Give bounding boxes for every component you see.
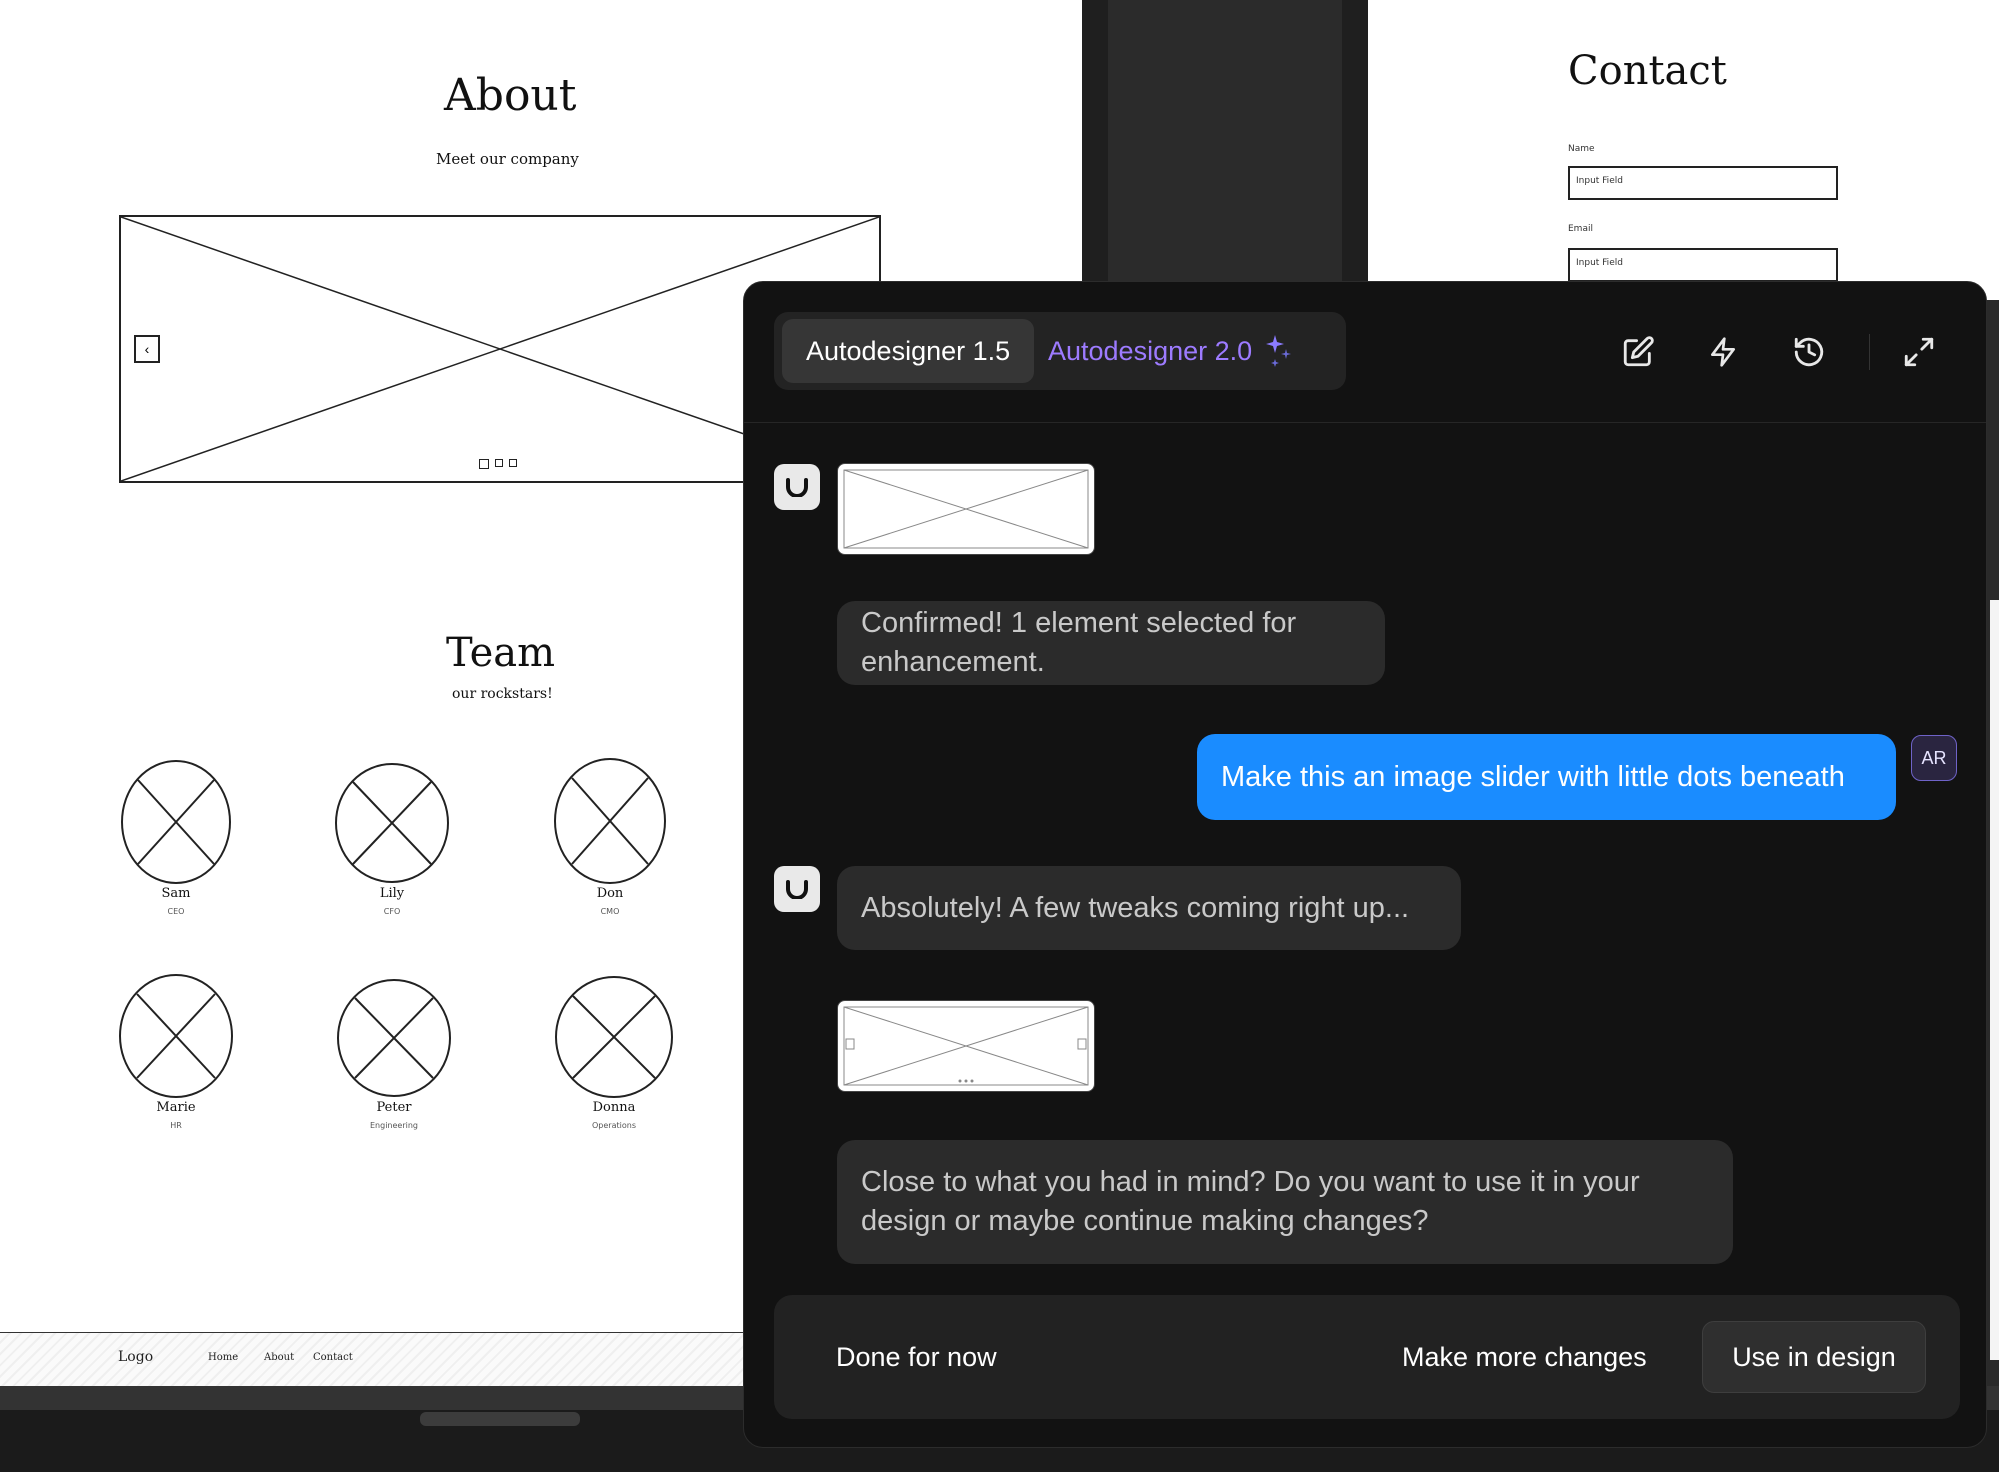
email-input[interactable]: Input Field (1568, 248, 1838, 282)
uizard-logo-icon (786, 880, 808, 899)
wireframe-page-contact: Contact Name Input Field Email Input Fie… (1368, 0, 1999, 300)
done-for-now-button[interactable]: Done for now (836, 1295, 997, 1419)
generated-slider-thumbnail[interactable] (837, 1000, 1095, 1092)
lightning-icon[interactable] (1697, 326, 1749, 378)
selected-element-thumbnail[interactable] (837, 463, 1095, 555)
member-role: CMO (600, 907, 620, 916)
use-in-design-button[interactable]: Use in design (1702, 1321, 1926, 1393)
history-icon[interactable] (1783, 326, 1835, 378)
member-name: Don (596, 886, 624, 901)
tab-label: Autodesigner 1.5 (806, 335, 1011, 366)
member-role: Operations (592, 1121, 636, 1130)
contact-title: Contact (1568, 48, 1727, 94)
footer-link-contact[interactable]: Contact (313, 1352, 353, 1363)
member-role: CFO (383, 907, 401, 916)
canvas-gap-inner (1108, 0, 1342, 300)
avatar-placeholder-icon (555, 976, 673, 1098)
wireframe-footer: Logo Home About Contact (0, 1332, 760, 1387)
member-role: Engineering (370, 1121, 418, 1130)
header-divider (1869, 334, 1870, 370)
slider-prev-icon[interactable]: ‹ (134, 335, 160, 363)
tab-autodesigner-2-0[interactable]: Autodesigner 2.0 (1024, 319, 1318, 383)
team-member: Donna Operations (544, 974, 684, 1130)
user-message: Make this an image slider with little do… (1197, 734, 1896, 820)
sparkle-icon (1266, 335, 1292, 367)
member-role: HR (170, 1121, 182, 1130)
team-member: Lily CFO (322, 760, 462, 916)
team-member: Marie HR (106, 972, 246, 1130)
member-name: Peter (376, 1100, 412, 1115)
avatar-placeholder-icon (119, 974, 233, 1098)
canvas: About Meet our company ‹ Team our rockst… (0, 0, 1999, 1472)
user-avatar: AR (1911, 735, 1957, 781)
footer-link-home[interactable]: Home (208, 1352, 238, 1363)
autodesigner-panel: Autodesigner 1.5 Autodesigner 2.0 Confir… (743, 281, 1987, 1448)
name-input[interactable]: Input Field (1568, 166, 1838, 200)
member-role: CEO (167, 907, 185, 916)
team-member: Sam CEO (106, 758, 246, 916)
slider-dots (479, 459, 517, 469)
edit-icon[interactable] (1612, 326, 1664, 378)
tab-label: Autodesigner 2.0 (1048, 335, 1253, 366)
about-subtitle: Meet our company (436, 150, 579, 168)
image-placeholder-preview (843, 469, 1089, 549)
team-title: Team (446, 630, 556, 676)
member-name: Lily (379, 886, 405, 901)
footer-link-about[interactable]: About (264, 1352, 294, 1363)
tab-autodesigner-1-5[interactable]: Autodesigner 1.5 (782, 319, 1035, 383)
bot-message: Confirmed! 1 element selected for enhanc… (837, 601, 1385, 685)
avatar-placeholder-icon (554, 758, 666, 884)
team-member: Peter Engineering (324, 976, 464, 1130)
footer-logo: Logo (118, 1349, 154, 1365)
member-name: Sam (161, 886, 191, 901)
version-switcher: Autodesigner 1.5 Autodesigner 2.0 (774, 312, 1346, 390)
name-label: Name (1568, 144, 1595, 154)
bot-avatar (774, 464, 820, 510)
slider-preview (843, 1006, 1089, 1086)
email-label: Email (1568, 224, 1593, 234)
bottom-toolbar-handle[interactable] (420, 1412, 580, 1426)
about-title: About (444, 70, 577, 121)
bot-avatar (774, 866, 820, 912)
avatar-placeholder-icon (337, 979, 451, 1097)
member-name: Marie (156, 1100, 196, 1115)
bot-message: Absolutely! A few tweaks coming right up… (837, 866, 1461, 950)
bot-message: Close to what you had in mind? Do you wa… (837, 1140, 1733, 1264)
expand-icon[interactable] (1893, 326, 1945, 378)
avatar-placeholder-icon (121, 760, 231, 884)
team-member: Don CMO (540, 756, 680, 916)
team-subtitle: our rockstars! (452, 686, 553, 702)
wireframe-page-edge (1990, 600, 1999, 1360)
panel-header: Autodesigner 1.5 Autodesigner 2.0 (744, 282, 1986, 423)
avatar-placeholder-icon (335, 763, 449, 883)
uizard-logo-icon (786, 478, 808, 497)
panel-actions: Done for now Make more changes Use in de… (774, 1295, 1960, 1419)
make-more-changes-button[interactable]: Make more changes (1402, 1295, 1647, 1419)
member-name: Donna (592, 1100, 636, 1115)
